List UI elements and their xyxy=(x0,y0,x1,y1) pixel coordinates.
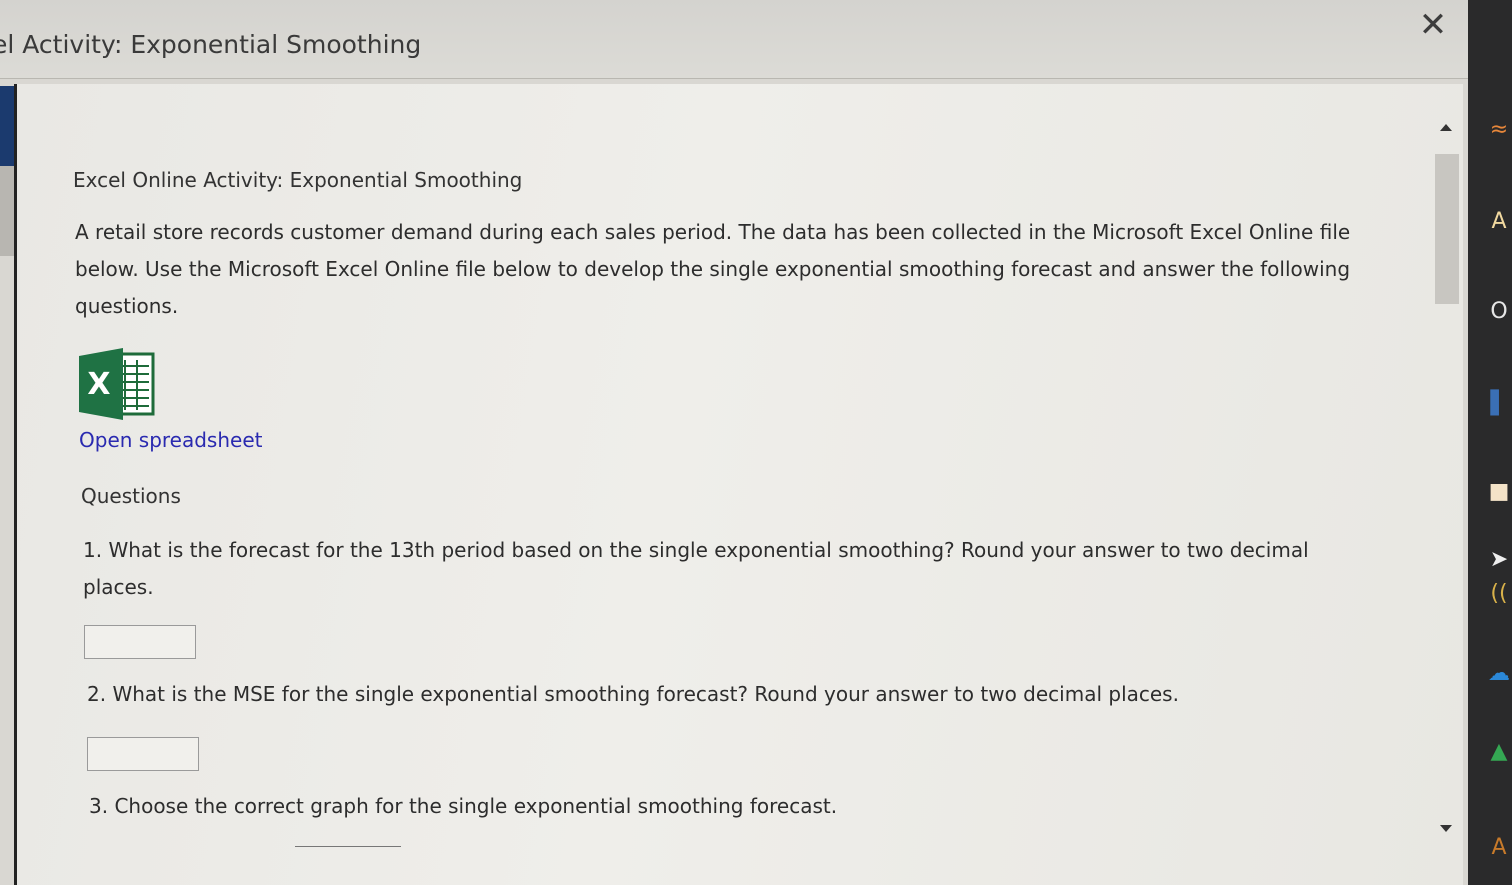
dialog-title: el Activity: Exponential Smoothing xyxy=(0,30,422,59)
activity-content: Excel Online Activity: Exponential Smoot… xyxy=(17,84,1427,885)
close-button[interactable]: ✕ xyxy=(1414,8,1452,42)
questions-heading: Questions xyxy=(81,484,181,508)
rss-icon[interactable]: ≈ xyxy=(1486,108,1512,152)
excel-icon[interactable]: X xyxy=(79,348,155,420)
google-drive-icon[interactable]: ▲ xyxy=(1486,730,1512,774)
bookmark-icon[interactable]: ■ xyxy=(1486,470,1512,514)
activity-heading: Excel Online Activity: Exponential Smoot… xyxy=(73,168,523,192)
activity-frame: Excel Online Activity: Exponential Smoot… xyxy=(14,84,1463,885)
question-1-answer-input[interactable] xyxy=(84,625,196,659)
scroll-up-arrow-icon[interactable] xyxy=(1440,124,1452,131)
onedrive-icon[interactable]: ☁ xyxy=(1486,652,1512,696)
wifi-icon[interactable]: (( xyxy=(1486,572,1512,616)
font-app-icon[interactable]: A xyxy=(1486,200,1512,244)
background-window-edge-lower xyxy=(0,166,14,256)
scrollbar-thumb[interactable] xyxy=(1435,154,1459,304)
excel-icon-letter: X xyxy=(87,367,110,402)
question-2-answer-input[interactable] xyxy=(87,737,199,771)
dialog-titlebar: el Activity: Exponential Smoothing xyxy=(0,0,1468,79)
os-taskbar: ≈ A O ▌ ■ ➤((☁ ▲ A xyxy=(1468,0,1512,885)
close-icon: ✕ xyxy=(1418,5,1448,45)
scroll-down-arrow-icon[interactable] xyxy=(1440,825,1452,832)
office-icon[interactable]: O xyxy=(1486,290,1512,334)
background-window-edge xyxy=(0,86,14,166)
book-icon[interactable]: ▌ xyxy=(1486,382,1512,426)
question-2-text: 2. What is the MSE for the single expone… xyxy=(87,682,1179,706)
question-3-graph-select[interactable] xyxy=(295,846,401,847)
question-1-text: 1. What is the forecast for the 13th per… xyxy=(83,538,1309,599)
app-a-icon[interactable]: A xyxy=(1486,826,1512,870)
question-3-text: 3. Choose the correct graph for the sing… xyxy=(89,794,838,818)
activity-description: A retail store records customer demand d… xyxy=(75,220,1351,318)
open-spreadsheet-link[interactable]: Open spreadsheet xyxy=(79,428,262,452)
